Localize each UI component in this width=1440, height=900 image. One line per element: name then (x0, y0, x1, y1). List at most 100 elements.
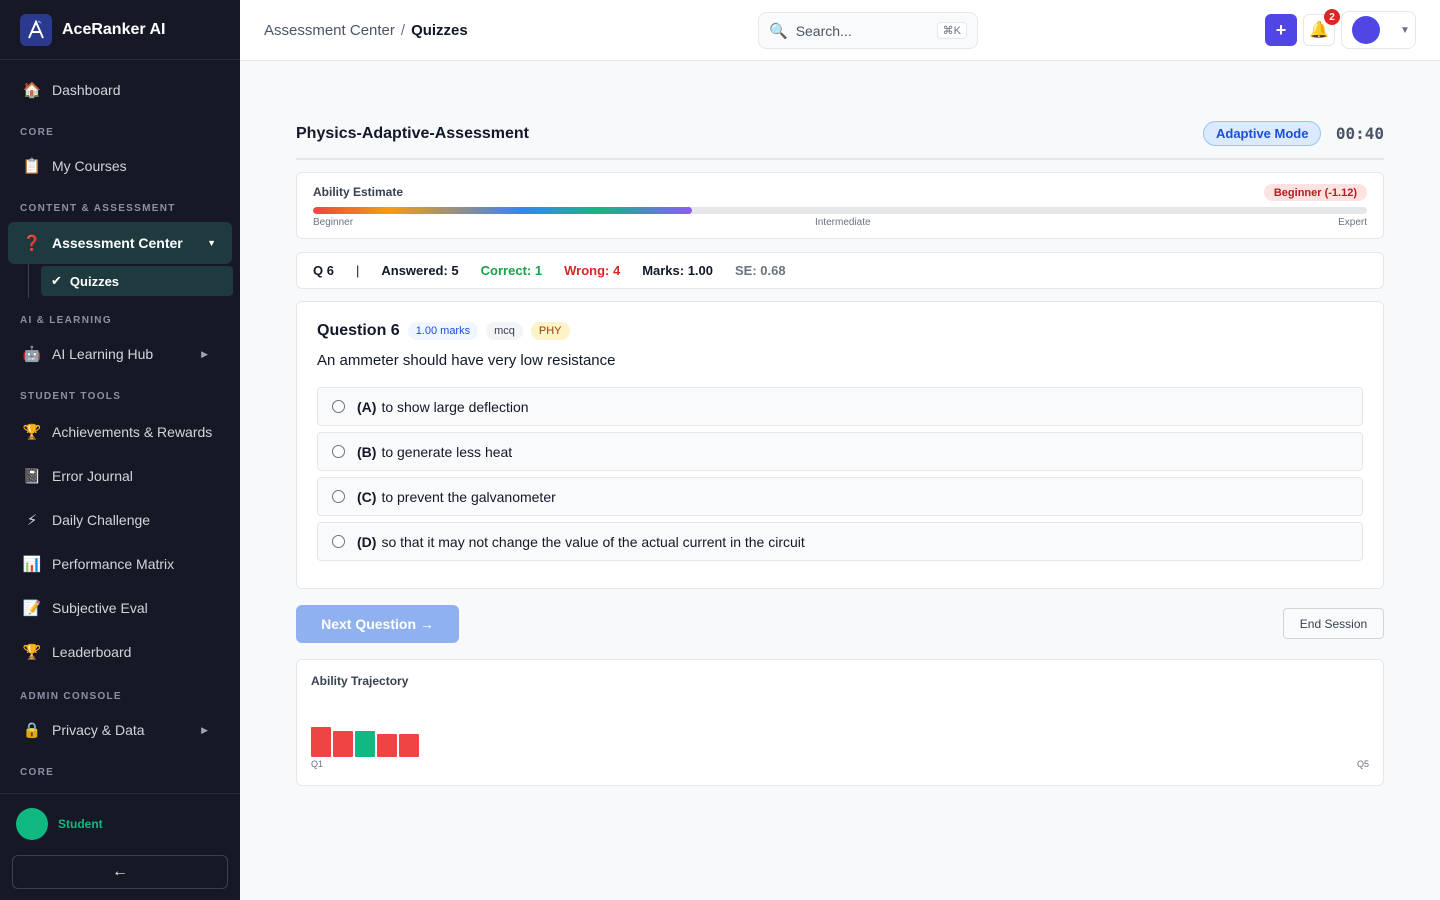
ability-trajectory-card: Ability Trajectory Q1 Q5 (296, 659, 1384, 786)
trajectory-title: Ability Trajectory (311, 674, 409, 688)
sidebar-item-subjective-eval[interactable]: 📝 Subjective Eval (0, 586, 232, 630)
stat-answered: Answered: 5 (381, 263, 459, 278)
profile-menu-button[interactable]: ▼ (1341, 11, 1416, 49)
add-button[interactable]: + (1265, 14, 1297, 46)
scale-label-end: Expert (1338, 217, 1367, 228)
notebook-icon: 📓 (22, 468, 42, 485)
subject-tag: PHY (530, 322, 570, 340)
radio-button[interactable] (332, 490, 345, 503)
question-icon: ❓ (22, 235, 42, 252)
radio-button[interactable] (332, 445, 345, 458)
subnav: ✔ Quizzes (28, 264, 240, 298)
robot-icon: 🤖 (22, 346, 42, 363)
trajectory-bar (333, 731, 353, 757)
options-list: (A) to show large deflection (B) to gene… (317, 387, 1363, 561)
end-session-button[interactable]: End Session (1283, 608, 1384, 639)
sidebar: AceRanker AI 🏠 Dashboard CORE 📋 My Cours… (0, 0, 240, 900)
sidebar-item-label: Daily Challenge (52, 512, 151, 528)
sidebar-item-privacy[interactable]: 🔒 Privacy & Data ▶ (0, 710, 232, 750)
stat-se: SE: 0.68 (735, 263, 786, 278)
sidebar-item-label: Assessment Center (52, 235, 183, 251)
sidebar-item-label: Achievements & Rewards (52, 424, 213, 440)
sidebar-item-label: Error Journal (52, 468, 133, 484)
stat-question: Q 6 (313, 263, 334, 278)
avatar (16, 808, 48, 840)
trajectory-chart (311, 727, 421, 757)
stat-wrong: Wrong: 4 (564, 263, 621, 278)
ability-estimate-card: Ability Estimate Beginner (-1.12) Beginn… (296, 172, 1384, 239)
topbar: Assessment Center / Quizzes 🔍 ⌘K + 🔔 2 ▼ (240, 0, 1440, 61)
trajectory-bar (399, 734, 419, 757)
notifications-button[interactable]: 🔔 2 (1303, 9, 1340, 46)
question-text: An ammeter should have very low resistan… (317, 352, 616, 369)
scale-label-start: Beginner (313, 217, 354, 228)
sidebar-item-daily-challenge[interactable]: ⚡ Daily Challenge (0, 498, 232, 542)
lightning-icon: ⚡ (26, 512, 38, 529)
sidebar-item-my-courses[interactable]: 📋 My Courses (0, 146, 232, 186)
option-b[interactable]: (B) to generate less heat (317, 432, 1363, 471)
trajectory-bar (311, 727, 331, 757)
sidebar-item-assessment-center[interactable]: ❓ Assessment Center ▼ (8, 222, 232, 264)
timer: 00:40 (1335, 124, 1384, 143)
question-header: Question 6 1.00 marks mcq PHY (317, 322, 1363, 340)
sidebar-item-leaderboard[interactable]: 🏆 Leaderboard (0, 630, 232, 674)
memo-icon: 📝 (22, 600, 42, 617)
page-title: Physics-Adaptive-Assessment (296, 125, 529, 142)
option-text: to show large deflection (381, 398, 529, 415)
logo-icon (20, 13, 52, 46)
type-tag: mcq (486, 322, 523, 340)
ability-progress-bar (313, 207, 1367, 214)
option-letter: (C) (357, 488, 377, 505)
option-letter: (B) (357, 443, 377, 460)
sidebar-item-achievements[interactable]: 🏆 Achievements & Rewards (0, 410, 232, 454)
home-icon: 🏠 (22, 82, 42, 99)
breadcrumb-parent[interactable]: Assessment Center (264, 22, 395, 39)
clipboard-icon: 📋 (22, 158, 42, 175)
stat-divider: | (355, 263, 360, 278)
sidebar-item-label: Performance Matrix (52, 556, 175, 572)
section-label-core: CORE (20, 126, 55, 138)
sidebar-item-dashboard[interactable]: 🏠 Dashboard (0, 70, 232, 110)
search-input[interactable] (795, 22, 916, 39)
user-profile[interactable]: Student (0, 794, 240, 840)
stat-marks: Marks: 1.00 (642, 263, 714, 278)
next-question-button[interactable]: Next Question → (296, 605, 459, 643)
check-icon: ✔ (51, 273, 62, 288)
arrow-left-icon: ← (112, 863, 128, 880)
trophy-icon: 🏆 (22, 424, 42, 441)
question-card: Question 6 1.00 marks mcq PHY An ammeter… (296, 301, 1384, 589)
option-text: so that it may not change the value of t… (381, 533, 805, 550)
avatar (1352, 16, 1380, 44)
breadcrumb-current: Quizzes (411, 22, 468, 39)
sidebar-item-ai-hub[interactable]: 🤖 AI Learning Hub ▶ (0, 334, 232, 374)
sidebar-item-label: Dashboard (52, 82, 121, 98)
search-shortcut: ⌘K (936, 22, 967, 39)
section-label-admin: ADMIN CONSOLE (20, 690, 122, 702)
option-a[interactable]: (A) to show large deflection (317, 387, 1363, 426)
scale-label-mid: Intermediate (815, 217, 871, 228)
trajectory-bar (377, 734, 397, 757)
question-title: Question 6 (317, 322, 400, 339)
search-icon: 🔍 (769, 22, 788, 40)
option-letter: (D) (357, 533, 377, 550)
section-label-ai: AI & LEARNING (20, 314, 112, 326)
sidebar-item-error-journal[interactable]: 📓 Error Journal (0, 454, 232, 498)
collapse-sidebar-button[interactable]: ← (12, 855, 228, 889)
sidebar-item-performance-matrix[interactable]: 📊 Performance Matrix (0, 542, 232, 586)
option-letter: (A) (357, 398, 377, 415)
option-d[interactable]: (D) so that it may not change the value … (317, 522, 1363, 561)
trajectory-bar (355, 731, 375, 757)
notification-badge: 2 (1324, 9, 1340, 25)
mode-badge: Adaptive Mode (1203, 121, 1322, 146)
radio-button[interactable] (332, 535, 345, 548)
bar-chart-icon: 📊 (22, 556, 42, 573)
chevron-down-icon: ▼ (207, 238, 216, 248)
sidebar-subitem-quizzes[interactable]: ✔ Quizzes (41, 266, 233, 296)
plus-icon: + (1275, 19, 1287, 40)
radio-button[interactable] (332, 400, 345, 413)
sidebar-subitem-label: Quizzes (69, 273, 120, 289)
trajectory-first-label: Q1 (311, 759, 324, 769)
option-c[interactable]: (C) to prevent the galvanometer (317, 477, 1363, 516)
search-box[interactable]: 🔍 ⌘K (758, 12, 978, 49)
section-label-core-2: CORE (20, 766, 55, 778)
